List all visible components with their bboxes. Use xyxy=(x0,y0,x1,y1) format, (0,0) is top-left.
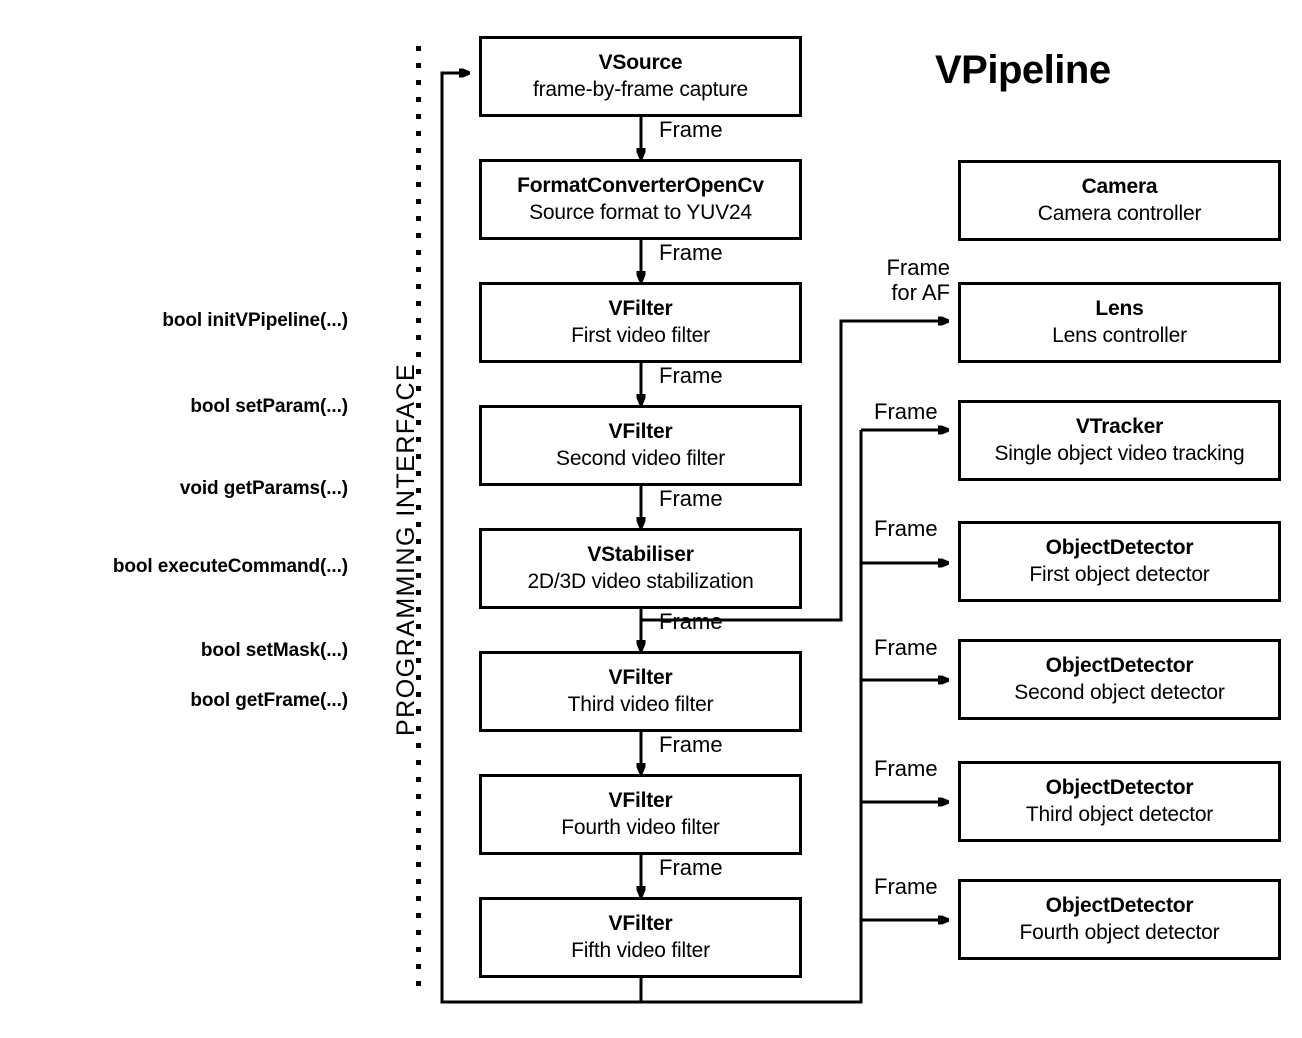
pipeline-node-vsource-desc: frame-by-frame capture xyxy=(532,77,748,101)
pipeline-node-formatconverteropencv-desc: Source format to YUV24 xyxy=(529,200,752,224)
edge-label-frame-for-af: Frame for AF xyxy=(886,255,950,305)
pipeline-node-vfilter-fourth-desc: Fourth video filter xyxy=(561,815,720,839)
pipeline-node-vfilter-fifth[interactable]: VFilter Fifth video filter xyxy=(479,897,802,978)
api-method-init-vpipeline: bool initVPipeline(...) xyxy=(162,310,348,331)
pipeline-node-vfilter-third-desc: Third video filter xyxy=(567,692,714,716)
consumer-node-objectdetector-first[interactable]: ObjectDetector First object detector xyxy=(958,521,1281,602)
consumer-node-objectdetector-third[interactable]: ObjectDetector Third object detector xyxy=(958,761,1281,842)
consumer-node-lens-desc: Lens controller xyxy=(1052,323,1187,347)
consumer-node-lens[interactable]: Lens Lens controller xyxy=(958,282,1281,363)
pipeline-node-vfilter-fourth[interactable]: VFilter Fourth video filter xyxy=(479,774,802,855)
api-method-set-param: bool setParam(...) xyxy=(190,396,348,417)
pipeline-node-vsource-title: VSource xyxy=(598,50,683,74)
pipeline-node-vstabiliser-desc: 2D/3D video stabilization xyxy=(527,569,754,593)
consumer-node-objectdetector-fourth-desc: Fourth object detector xyxy=(1019,920,1220,944)
edge-label-frame-5: Frame xyxy=(659,609,723,634)
edge-label-frame-vtracker: Frame xyxy=(874,399,938,424)
edge-label-frame-objectdetector3: Frame xyxy=(874,756,938,781)
consumer-node-objectdetector-fourth-title: ObjectDetector xyxy=(1045,893,1194,917)
edge-label-frame-objectdetector2: Frame xyxy=(874,635,938,660)
pipeline-node-vfilter-second[interactable]: VFilter Second video filter xyxy=(479,405,802,486)
edge-label-frame-6: Frame xyxy=(659,732,723,757)
pipeline-node-vfilter-third[interactable]: VFilter Third video filter xyxy=(479,651,802,732)
api-method-set-mask: bool setMask(...) xyxy=(200,640,348,661)
consumer-node-camera[interactable]: Camera Camera controller xyxy=(958,160,1281,241)
edge-label-frame-3: Frame xyxy=(659,363,723,388)
pipeline-node-vfilter-third-title: VFilter xyxy=(608,665,673,689)
consumer-node-objectdetector-second-title: ObjectDetector xyxy=(1045,653,1194,677)
pipeline-node-vfilter-second-title: VFilter xyxy=(608,419,673,443)
api-method-get-frame: bool getFrame(...) xyxy=(190,690,348,711)
consumer-node-vtracker-title: VTracker xyxy=(1075,414,1164,438)
pipeline-node-vfilter-fourth-title: VFilter xyxy=(608,788,673,812)
consumer-node-objectdetector-third-title: ObjectDetector xyxy=(1045,775,1194,799)
pipeline-node-vfilter-fifth-title: VFilter xyxy=(608,911,673,935)
pipeline-node-vfilter-first-desc: First video filter xyxy=(571,323,710,347)
pipeline-node-vfilter-second-desc: Second video filter xyxy=(556,446,725,470)
pipeline-node-vsource[interactable]: VSource frame-by-frame capture xyxy=(479,36,802,117)
diagram-canvas: PROGRAMMING INTERFACE VPipeline bool ini… xyxy=(0,0,1302,1038)
consumer-node-vtracker[interactable]: VTracker Single object video tracking xyxy=(958,400,1281,481)
consumer-node-objectdetector-first-title: ObjectDetector xyxy=(1045,535,1194,559)
pipeline-node-vfilter-first[interactable]: VFilter First video filter xyxy=(479,282,802,363)
consumer-node-objectdetector-second-desc: Second object detector xyxy=(1014,680,1225,704)
consumer-node-objectdetector-third-desc: Third object detector xyxy=(1025,802,1214,826)
pipeline-node-vstabiliser-title: VStabiliser xyxy=(587,542,694,566)
edge-label-frame-4: Frame xyxy=(659,486,723,511)
pipeline-node-formatconverteropencv-title: FormatConverterOpenCv xyxy=(517,173,764,197)
programming-interface-label: PROGRAMMING INTERFACE xyxy=(392,362,420,736)
pipeline-node-vstabiliser[interactable]: VStabiliser 2D/3D video stabilization xyxy=(479,528,802,609)
consumer-node-vtracker-desc: Single object video tracking xyxy=(994,441,1245,465)
pipeline-node-formatconverteropencv[interactable]: FormatConverterOpenCv Source format to Y… xyxy=(479,159,802,240)
consumer-node-objectdetector-first-desc: First object detector xyxy=(1029,562,1210,586)
edge-label-frame-2: Frame xyxy=(659,240,723,265)
edge-label-frame-objectdetector4: Frame xyxy=(874,874,938,899)
consumer-node-lens-title: Lens xyxy=(1095,296,1144,320)
pipeline-node-vfilter-fifth-desc: Fifth video filter xyxy=(571,938,710,962)
page-title: VPipeline xyxy=(935,48,1111,92)
consumer-node-objectdetector-second[interactable]: ObjectDetector Second object detector xyxy=(958,639,1281,720)
consumer-node-camera-desc: Camera controller xyxy=(1037,201,1202,225)
pipeline-node-vfilter-first-title: VFilter xyxy=(608,296,673,320)
consumer-node-camera-title: Camera xyxy=(1081,174,1158,198)
api-method-execute-command: bool executeCommand(...) xyxy=(112,556,348,577)
consumer-node-objectdetector-fourth[interactable]: ObjectDetector Fourth object detector xyxy=(958,879,1281,960)
api-method-get-params: void getParams(...) xyxy=(179,478,348,499)
edge-label-frame-objectdetector1: Frame xyxy=(874,516,938,541)
edge-label-frame-7: Frame xyxy=(659,855,723,880)
edge-label-frame-1: Frame xyxy=(659,117,723,142)
